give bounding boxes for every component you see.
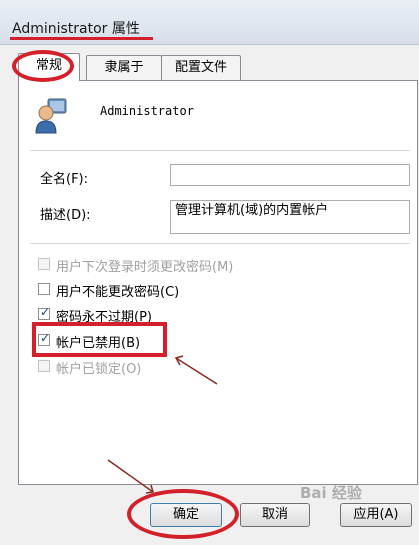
fullname-field[interactable] <box>170 164 410 186</box>
description-field[interactable]: 管理计算机(域)的内置帐户 <box>170 200 410 234</box>
checkbox-box[interactable]: ✓ <box>38 305 51 320</box>
account-disabled-highlight-annotation <box>32 322 167 357</box>
checkbox-box[interactable] <box>38 283 50 295</box>
checkmark-icon: ✓ <box>40 305 51 319</box>
window-title: Administrator 属性 <box>12 21 140 37</box>
checkbox-label: 用户下次登录时须更改密码(M) <box>56 260 234 275</box>
checkbox-label: 帐户已锁定(O) <box>56 362 142 377</box>
watermark: Bai 经验 <box>300 484 362 502</box>
title-underline-annotation <box>10 37 153 40</box>
checkbox-box[interactable] <box>38 258 50 270</box>
description-label: 描述(D): <box>40 208 91 223</box>
apply-button[interactable]: 应用(A) <box>340 503 412 527</box>
separator <box>30 150 410 151</box>
checkbox-box[interactable] <box>38 360 50 372</box>
tab-profile[interactable]: 配置文件 <box>161 55 241 80</box>
title-bar: Administrator 属性 <box>0 0 419 45</box>
ok-highlight-annotation <box>127 489 239 539</box>
cancel-button[interactable]: 取消 <box>240 503 310 527</box>
user-icon <box>35 98 67 134</box>
tab-highlight-annotation <box>12 50 74 82</box>
checkbox-label: 用户不能更改密码(C) <box>56 285 180 300</box>
separator <box>30 243 410 244</box>
tab-member-of[interactable]: 隶属于 <box>86 55 162 80</box>
arrow-head <box>145 484 154 494</box>
user-name: Administrator <box>100 104 194 118</box>
fullname-label: 全名(F): <box>40 172 89 187</box>
